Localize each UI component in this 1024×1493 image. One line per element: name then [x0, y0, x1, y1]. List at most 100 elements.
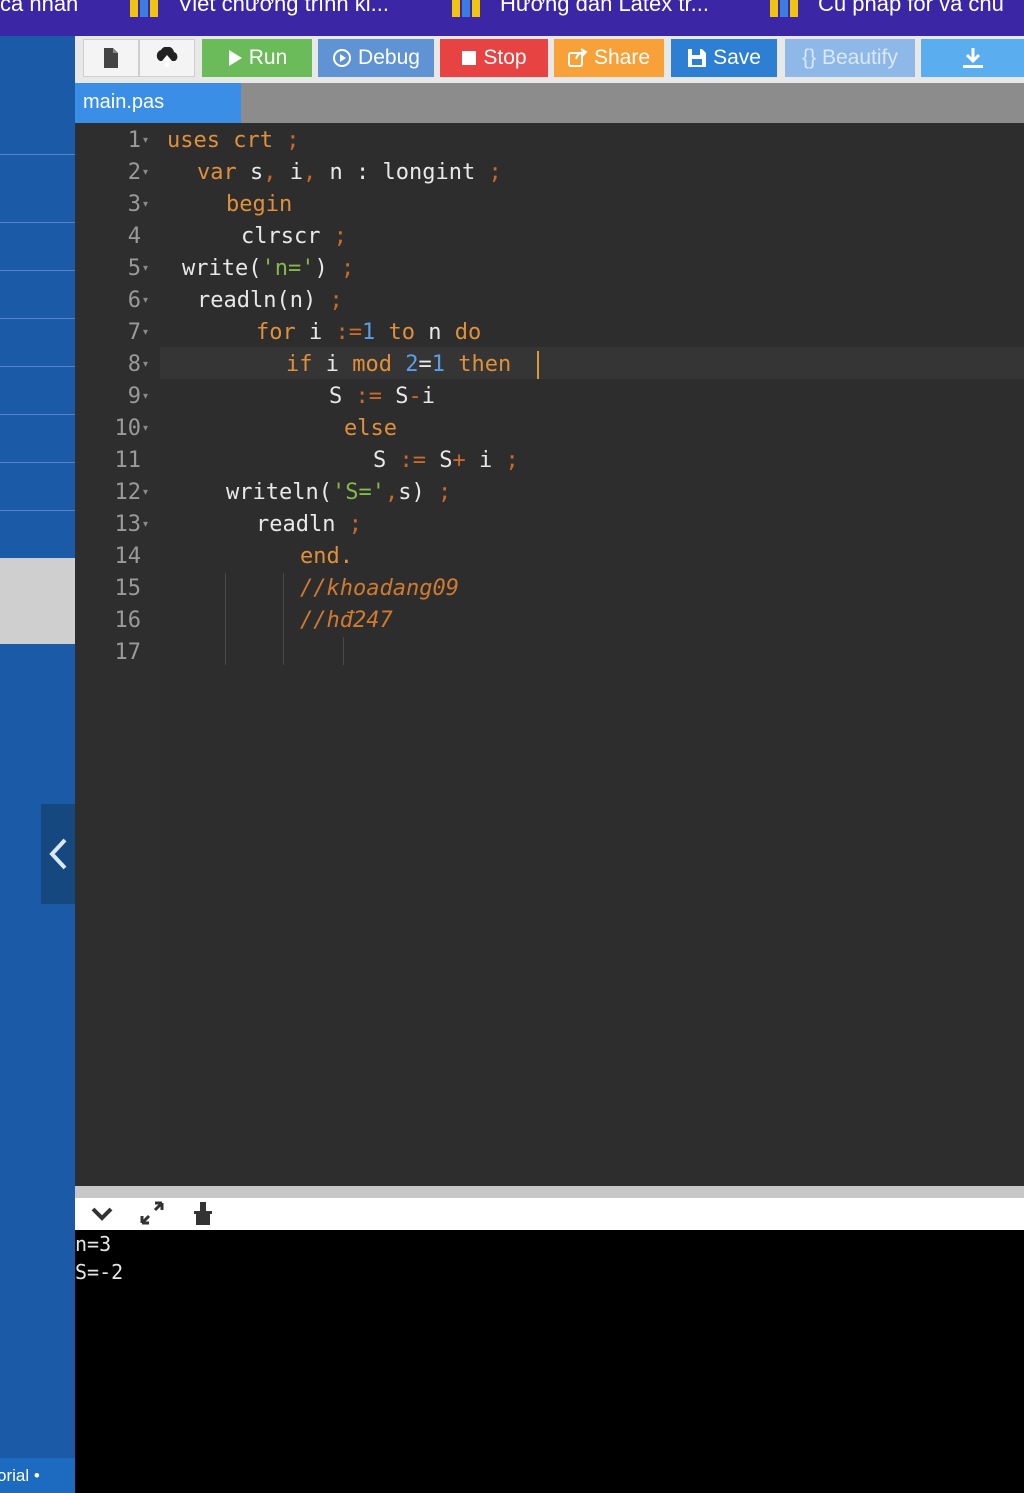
share-label: Share	[593, 46, 651, 69]
fold-marker-icon[interactable]: ▾	[143, 189, 155, 221]
code-line-text: S := S+ i ;	[373, 448, 519, 473]
chevron-down-icon	[91, 1207, 113, 1221]
code-line: //hđ247	[300, 605, 393, 637]
bookmark-favicon-icon	[452, 0, 482, 17]
line-number-gutter: 1 2 3 4 5 6 7 8 9 10 11 12 13 14 15 16 1…	[75, 123, 160, 1186]
debug-button[interactable]: Debug	[318, 39, 434, 77]
console-line: n=3	[75, 1232, 112, 1256]
code-line: //khoadang09	[300, 573, 459, 605]
code-line-text: writeln('S=',s) ;	[226, 480, 452, 505]
bookmark-item[interactable]: Viết chương trình ki...	[130, 0, 389, 22]
sidebar-selected-item[interactable]	[0, 558, 75, 644]
fold-marker-icon[interactable]: ▾	[143, 317, 155, 349]
line-number: 1	[127, 128, 141, 153]
sidebar-divider	[0, 154, 75, 155]
bookmark-label: Cú pháp for và chu	[818, 0, 1004, 16]
clear-console-button[interactable]	[191, 1200, 215, 1233]
save-label: Save	[713, 46, 761, 69]
line-number: 3	[127, 192, 141, 217]
expand-console-button[interactable]	[139, 1200, 165, 1233]
run-button[interactable]: Run	[202, 39, 312, 77]
code-line: writeln('S=',s) ;	[226, 477, 451, 509]
console-toolbar	[75, 1198, 1024, 1230]
file-icon	[104, 48, 118, 68]
collapse-console-button[interactable]	[89, 1200, 115, 1233]
bookmark-favicon-icon	[770, 0, 800, 17]
tab-main-pas[interactable]: main.pas	[75, 83, 241, 123]
sidebar-divider	[0, 462, 75, 463]
line-number: 10	[114, 416, 142, 441]
line-number: 9	[127, 384, 141, 409]
file-tab-bar: main.pas	[75, 83, 1024, 123]
code-line: S := S+ i ;	[373, 445, 519, 477]
sidebar-divider	[0, 270, 75, 271]
bookmark-favicon-icon	[130, 0, 160, 17]
code-line: readln ;	[256, 509, 362, 541]
new-file-button[interactable]	[83, 39, 139, 77]
upload-icon	[156, 47, 178, 67]
code-line: uses crt ;	[167, 125, 299, 157]
code-editor[interactable]: 1 2 3 4 5 6 7 8 9 10 11 12 13 14 15 16 1…	[75, 123, 1024, 1186]
text-cursor	[537, 351, 539, 379]
line-number: 2	[127, 160, 141, 185]
console-line: S=-2	[75, 1260, 124, 1284]
chevron-left-icon	[49, 838, 67, 870]
expand-icon	[140, 1201, 164, 1225]
code-line-text: if i mod 2=1 then	[286, 352, 512, 377]
floppy-disk-icon	[688, 49, 707, 67]
bookmark-item[interactable]: Cú pháp for và chu	[770, 0, 1004, 22]
run-label: Run	[248, 46, 288, 69]
fold-marker-icon[interactable]: ▾	[143, 413, 155, 445]
download-button[interactable]	[921, 39, 1024, 77]
code-line: else	[344, 413, 397, 445]
code-line-text: else	[344, 416, 397, 441]
fold-marker-icon[interactable]: ▾	[143, 477, 155, 509]
code-line-text: end.	[300, 544, 353, 569]
line-number: 8	[127, 352, 141, 377]
active-line-highlight	[75, 347, 1024, 379]
code-line: clrscr ;	[241, 221, 347, 253]
code-line: begin	[226, 189, 292, 221]
code-line-text: uses crt ;	[167, 128, 300, 153]
fold-marker-icon[interactable]: ▾	[143, 509, 155, 541]
console-output[interactable]: n=3 S=-2	[75, 1230, 1024, 1493]
fold-marker-icon[interactable]: ▾	[143, 157, 155, 189]
fold-marker-icon[interactable]: ▾	[143, 125, 155, 157]
line-number: 17	[114, 640, 142, 665]
code-line-text: readln(n) ;	[197, 288, 343, 313]
indent-guide	[225, 573, 226, 665]
fold-marker-icon[interactable]: ▾	[143, 253, 155, 285]
sidebar-divider	[0, 414, 75, 415]
code-line-text: var s, i, n : longint ;	[197, 160, 502, 185]
play-icon	[228, 50, 242, 66]
line-number: 11	[114, 448, 142, 473]
code-line-text: //khoadang09	[300, 576, 459, 601]
fold-marker-icon[interactable]: ▾	[143, 381, 155, 413]
bookmark-item[interactable]: cá nhân	[0, 0, 78, 22]
download-icon	[962, 48, 983, 68]
code-line-text: write('n=') ;	[182, 256, 355, 281]
sidebar-toggle-button[interactable]	[41, 804, 75, 904]
line-number: 12	[114, 480, 142, 505]
bookmark-label: Viết chương trình ki...	[178, 0, 389, 16]
sidebar-divider	[0, 366, 75, 367]
bookmark-item[interactable]: Hướng dẫn Latex tr...	[452, 0, 709, 22]
sidebar-divider	[0, 222, 75, 223]
console-resize-handle[interactable]	[75, 1186, 1024, 1198]
share-button[interactable]: Share	[554, 39, 664, 77]
upload-button[interactable]	[139, 39, 195, 77]
line-number: 15	[114, 576, 142, 601]
save-button[interactable]: Save	[671, 39, 777, 77]
fold-marker-icon[interactable]: ▾	[143, 285, 155, 317]
beautify-label: {} Beautify	[802, 46, 898, 69]
fold-marker-icon[interactable]: ▾	[143, 349, 155, 381]
code-line: var s, i, n : longint ;	[197, 157, 502, 189]
sidebar-footer-link[interactable]: orial •	[0, 1458, 75, 1493]
stop-icon	[462, 51, 477, 65]
beautify-button[interactable]: {} Beautify	[785, 39, 915, 77]
sidebar-footer-label: orial •	[0, 1465, 40, 1485]
stop-button[interactable]: Stop	[440, 39, 548, 77]
line-number: 13	[114, 512, 142, 537]
line-number: 6	[127, 288, 141, 313]
code-line: if i mod 2=1 then	[286, 349, 511, 381]
